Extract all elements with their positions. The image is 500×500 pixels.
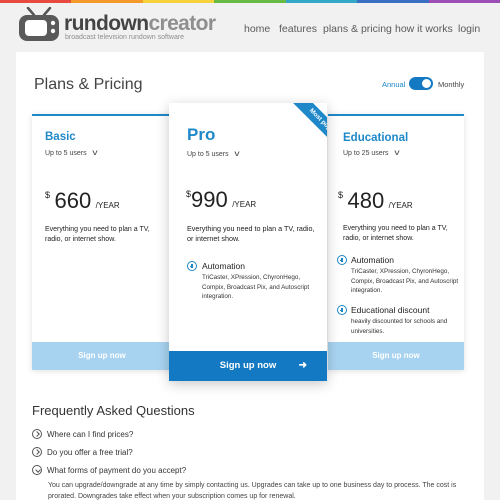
tv-icon[interactable] [16, 7, 64, 43]
brand-name[interactable]: rundowncreator [64, 12, 216, 36]
plan-name: Pro [187, 125, 216, 144]
brand-part-1: rundown [64, 12, 149, 35]
billing-monthly-label[interactable]: Monthly [438, 80, 464, 89]
users-dropdown[interactable]: Up to 25 users v [343, 148, 399, 157]
plus-circle-icon [337, 305, 347, 315]
users-label: Up to 5 users [45, 150, 87, 157]
price-period: /YEAR [232, 200, 257, 209]
currency-symbol: $ [186, 189, 192, 199]
plan-card-educational: Educational Up to 25 users v $ 480 /YEAR … [328, 114, 464, 370]
plan-description: Everything you need to plan a TV, radio,… [45, 226, 150, 243]
nav-login[interactable]: login [458, 23, 480, 35]
chevron-down-icon: v [234, 149, 240, 158]
billing-annual-label[interactable]: Annual [382, 80, 405, 89]
signup-button[interactable]: Sign up now [32, 342, 172, 370]
signup-label: Sign up now [372, 351, 420, 360]
chevron-circle-icon [32, 429, 42, 439]
card-accent-line [32, 114, 172, 116]
chevron-circle-icon [32, 465, 42, 475]
feature-title: Educational discount [351, 305, 430, 315]
nav-features[interactable]: features [279, 23, 317, 35]
faq-question[interactable]: Do you offer a free trial? [32, 447, 133, 458]
feature-text: heavily discounted for schools and unive… [351, 318, 448, 335]
toggle-knob [422, 79, 431, 88]
currency-symbol: $ [338, 190, 344, 200]
faq-question-text: What forms of payment do you accept? [47, 466, 187, 476]
nav-home[interactable]: home [244, 23, 270, 35]
plan-card-basic: Basic Up to 5 users v $ 660 /YEAR Everyth… [32, 114, 172, 370]
users-label: Up to 25 users [343, 150, 389, 157]
price-period: /YEAR [95, 201, 120, 210]
card-accent-line [328, 114, 464, 116]
faq-title: Frequently Asked Questions [32, 403, 195, 418]
brand-part-2: creator [148, 12, 216, 35]
faq-question-text: Do you offer a free trial? [47, 448, 133, 458]
price: $990 /YEAR [186, 187, 256, 213]
price-amount: 990 [191, 187, 228, 212]
users-dropdown[interactable]: Up to 5 users v [45, 148, 97, 157]
faq-question[interactable]: What forms of payment do you accept? [32, 465, 187, 476]
faq-answer: You can upgrade/downgrade at any time by… [48, 482, 457, 500]
faq-question-text: Where can I find prices? [47, 430, 134, 440]
page-title: Plans & Pricing [34, 76, 143, 93]
signup-button[interactable]: Sign up now ➜ [169, 351, 327, 381]
plan-description: Everything you need to plan a TV, radio,… [343, 225, 448, 242]
main-panel: Plans & Pricing Annual Monthly Basic Up … [16, 52, 484, 500]
plan-description: Everything you need to plan a TV, radio,… [187, 224, 315, 243]
price-period: /YEAR [388, 201, 413, 210]
signup-button[interactable]: Sign up now [328, 342, 464, 370]
users-dropdown[interactable]: Up to 5 users v [187, 149, 239, 158]
users-label: Up to 5 users [187, 151, 229, 158]
signup-label: Sign up now [78, 351, 126, 360]
price: $ 480 /YEAR [338, 188, 413, 214]
faq-question[interactable]: Where can I find prices? [32, 429, 134, 440]
price: $ 660 /YEAR [45, 188, 120, 214]
currency-symbol: $ [45, 190, 51, 200]
feature-title: Automation [202, 261, 245, 271]
nav-plans-pricing[interactable]: plans & pricing [323, 23, 392, 35]
price-amount: 660 [54, 188, 92, 213]
billing-toggle[interactable] [409, 77, 433, 90]
plan-name: Basic [45, 131, 76, 143]
plus-circle-icon [187, 261, 197, 271]
arrow-right-icon: ➜ [298, 360, 307, 371]
most-popular-badge: Most popular [287, 103, 327, 161]
price-amount: 480 [347, 188, 385, 213]
chevron-down-icon: v [393, 148, 400, 157]
nav-how-it-works[interactable]: how it works [395, 23, 453, 35]
plan-name: Educational [343, 132, 409, 144]
chevron-down-icon: v [92, 148, 98, 157]
feature-text: TriCaster, XPression, ChyronHego, Compix… [202, 274, 310, 300]
signup-label: Sign up now [219, 360, 277, 371]
site-header: rundowncreator broadcast television rund… [0, 3, 500, 48]
plan-card-pro: Most popular Pro Up to 5 users v $990 /YE… [169, 103, 327, 381]
plus-circle-icon [337, 255, 347, 265]
tagline: broadcast television rundown software [65, 34, 185, 41]
chevron-circle-icon [32, 447, 42, 457]
feature-text: TriCaster, XPression, ChyronHego, Compix… [351, 268, 459, 294]
feature-title: Automation [351, 255, 394, 265]
